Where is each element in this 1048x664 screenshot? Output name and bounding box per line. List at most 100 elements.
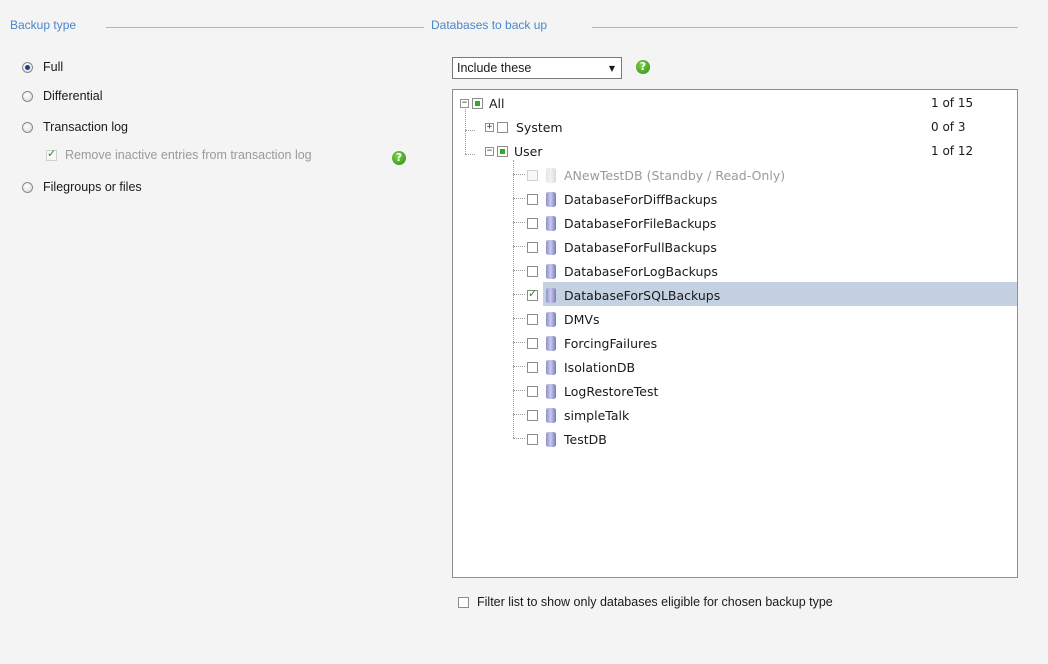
chevron-down-icon[interactable]: ▼ [603,64,621,73]
remove-inactive-checkbox[interactable] [46,147,57,161]
database-icon [546,191,556,207]
database-icon [546,167,556,183]
database-icon [546,311,556,327]
db-label: DatabaseForFullBackups [564,239,717,255]
db-checkbox[interactable] [527,361,538,373]
radio-differential[interactable]: Differential [22,87,103,105]
tree-item-db[interactable]: simpleTalk [527,403,629,427]
tree-node-system-label: System [516,119,563,135]
db-checkbox[interactable] [527,433,538,445]
tree-node-user-label: User [514,143,543,159]
all-checkbox[interactable] [472,97,483,109]
tree-item-db[interactable]: DatabaseForFullBackups [527,235,717,259]
databases-title: Databases to back up [431,18,548,32]
db-checkbox[interactable] [527,287,538,301]
tree-connector [513,342,525,343]
db-checkbox[interactable] [527,385,538,397]
db-checkbox[interactable] [527,217,538,229]
transaction-log-help-icon[interactable]: ? [392,151,406,165]
system-checkbox[interactable] [497,121,508,133]
radio-filegroups[interactable]: Filegroups or files [22,178,142,196]
databases-help-icon[interactable]: ? [636,60,650,74]
radio-transaction-log[interactable]: Transaction log [22,118,128,136]
tree-connector [513,318,525,319]
tree-item-db[interactable]: DatabaseForFileBackups [527,211,716,235]
database-tree[interactable]: − All 1 of 15 + System 0 of 3 − User 1 o… [452,89,1018,578]
backup-type-title: Backup type [10,18,77,32]
db-checkbox[interactable] [527,241,538,253]
db-checkbox[interactable] [527,409,538,421]
radio-full[interactable]: Full [22,58,63,76]
tree-connector [513,438,525,439]
user-checkbox[interactable] [497,145,508,157]
radio-differential-button[interactable] [22,90,33,102]
tree-item-db[interactable]: ANewTestDB (Standby / Read-Only) [527,163,785,187]
db-label: ANewTestDB (Standby / Read-Only) [564,167,786,183]
database-icon [546,359,556,375]
tree-node-system[interactable]: + System [485,115,563,139]
tree-connector [465,154,475,155]
tree-connector [465,130,475,131]
tree-item-db[interactable]: ForcingFailures [527,331,657,355]
tree-item-db[interactable]: TestDB [527,427,607,451]
tree-connector [513,198,525,199]
db-label: DatabaseForDiffBackups [564,191,718,207]
collapse-icon[interactable]: − [460,98,469,108]
database-icon [546,215,556,231]
filter-mode-value: Include these [457,61,532,75]
database-icon [546,383,556,399]
database-icon [546,407,556,423]
database-icon [546,239,556,255]
filter-eligible-checkbox[interactable] [458,596,469,608]
db-checkbox[interactable] [527,169,538,181]
db-label: DatabaseForFileBackups [564,215,717,231]
radio-full-label: Full [43,60,64,74]
tree-connector [513,174,525,175]
filter-eligible-label: Filter list to show only databases eligi… [477,595,833,609]
tree-item-db[interactable]: IsolationDB [527,355,635,379]
tree-node-user[interactable]: − User [485,139,543,163]
tree-connector [513,414,525,415]
tree-connector [513,294,525,295]
radio-filegroups-button[interactable] [22,181,33,193]
radio-full-button[interactable] [22,61,33,73]
tree-node-all[interactable]: − All [460,91,505,115]
db-checkbox[interactable] [527,193,538,205]
radio-differential-label: Differential [43,89,103,103]
radio-transaction-log-button[interactable] [22,121,33,133]
db-checkbox[interactable] [527,337,538,349]
database-icon [546,287,556,303]
tree-connector [513,246,525,247]
tree-connector [513,390,525,391]
tree-item-db[interactable]: DMVs [527,307,599,331]
databases-divider [592,27,1018,28]
db-checkbox[interactable] [527,313,538,325]
db-label: DatabaseForSQLBackups [564,287,721,303]
remove-inactive-label: Remove inactive entries from transaction… [65,148,312,162]
backup-type-divider [106,27,424,28]
tree-connector [513,222,525,223]
db-label: DatabaseForLogBackups [564,263,718,279]
filter-eligible-option[interactable]: Filter list to show only databases eligi… [458,595,833,609]
tree-item-db[interactable]: DatabaseForLogBackups [527,259,718,283]
tree-connector [513,270,525,271]
db-label: simpleTalk [564,407,630,423]
filter-mode-dropdown[interactable]: Include these ▼ [452,57,622,79]
expand-icon[interactable]: + [485,122,494,132]
database-icon [546,431,556,447]
remove-inactive-option[interactable]: Remove inactive entries from transaction… [46,146,312,164]
database-icon [546,335,556,351]
collapse-icon[interactable]: − [485,146,494,156]
tree-node-all-label: All [489,95,505,111]
radio-transaction-log-label: Transaction log [43,120,128,134]
db-label: TestDB [564,431,607,447]
radio-filegroups-label: Filegroups or files [43,180,142,194]
db-checkbox[interactable] [527,265,538,277]
tree-item-db[interactable]: DatabaseForDiffBackups [527,187,717,211]
database-icon [546,263,556,279]
user-count: 1 of 12 [931,144,974,158]
tree-connector [513,366,525,367]
tree-item-db-selected[interactable]: DatabaseForSQLBackups [527,283,720,307]
tree-item-db[interactable]: LogRestoreTest [527,379,658,403]
db-label: ForcingFailures [564,335,658,351]
